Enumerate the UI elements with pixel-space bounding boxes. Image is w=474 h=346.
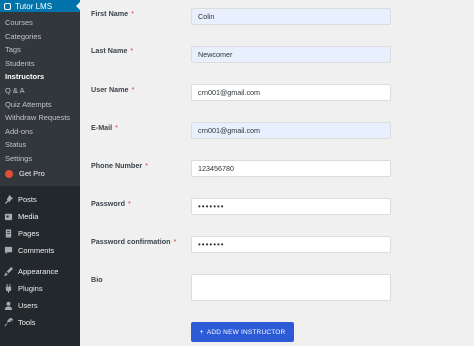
last-name-field[interactable]: Newcomer xyxy=(191,46,391,63)
sidebar-item-media[interactable]: Media xyxy=(0,208,80,225)
sidebar-item-tutor-lms[interactable]: Tutor LMS xyxy=(0,0,80,12)
required-mark: * xyxy=(115,123,118,132)
required-mark: * xyxy=(173,237,177,246)
sidebar-item-label: Comments xyxy=(18,245,55,255)
admin-sidebar: Tutor LMS Courses Categories Tags Studen… xyxy=(0,0,80,346)
submenu-quiz-attempts[interactable]: Quiz Attempts xyxy=(0,98,80,112)
required-mark: * xyxy=(131,9,134,18)
add-new-instructor-label: ADD NEW INSTRUCTOR xyxy=(206,328,286,336)
tools-icon xyxy=(4,317,13,327)
pages-icon xyxy=(4,228,13,238)
required-mark: * xyxy=(131,85,135,94)
email-field[interactable]: crn001@gmail.com xyxy=(191,122,391,139)
get-pro-icon xyxy=(5,169,13,178)
submenu-status[interactable]: Status xyxy=(0,138,80,152)
sidebar-item-label: Users xyxy=(18,300,38,310)
required-mark: * xyxy=(145,161,148,170)
users-icon xyxy=(4,301,13,310)
sidebar-item-users[interactable]: Users xyxy=(0,297,80,314)
submenu-tags[interactable]: Tags xyxy=(0,43,80,57)
bio-textarea[interactable] xyxy=(191,274,391,301)
submenu-categories[interactable]: Categories xyxy=(0,30,80,44)
sidebar-item-pages[interactable]: Pages xyxy=(0,225,80,242)
sidebar-item-plugins[interactable]: Plugins xyxy=(0,280,80,297)
sidebar-item-posts[interactable]: Posts xyxy=(0,191,80,208)
tutor-submenu: Courses Categories Tags Students Instruc… xyxy=(0,12,80,186)
add-new-instructor-button[interactable]: + ADD NEW INSTRUCTOR xyxy=(191,322,294,342)
password-confirmation-field[interactable]: ••••••• xyxy=(191,236,391,253)
phone-number-field[interactable]: 123456780 xyxy=(191,160,391,177)
submenu-withdraw-requests[interactable]: Withdraw Requests xyxy=(0,111,80,125)
appearance-icon xyxy=(4,266,13,276)
required-mark: * xyxy=(127,199,131,208)
sidebar-item-label: Pages xyxy=(18,228,40,238)
comments-icon xyxy=(4,246,13,255)
password-field[interactable]: ••••••• xyxy=(191,198,391,215)
submenu-courses[interactable]: Courses xyxy=(0,16,80,30)
submenu-instructors[interactable]: Instructors xyxy=(0,70,80,84)
sidebar-item-label: Tools xyxy=(18,317,36,327)
sidebar-item-comments[interactable]: Comments xyxy=(0,242,80,259)
get-pro-label: Get Pro xyxy=(19,169,45,179)
last-name-label: Last Name * xyxy=(91,46,134,55)
submenu-students[interactable]: Students xyxy=(0,57,80,71)
media-icon xyxy=(4,212,13,221)
tutor-lms-icon xyxy=(4,2,11,10)
submenu-qa[interactable]: Q & A xyxy=(0,84,80,98)
pin-icon xyxy=(4,194,13,204)
sidebar-item-label: Media xyxy=(18,211,39,221)
password-label: Password * xyxy=(91,199,131,208)
user-name-label: User Name * xyxy=(91,85,135,94)
required-mark: * xyxy=(130,46,134,55)
user-name-field[interactable]: crn001@gmail.com xyxy=(191,84,391,101)
sidebar-item-label: Appearance xyxy=(18,266,59,276)
sidebar-item-tools[interactable]: Tools xyxy=(0,314,80,331)
email-label: E-Mail * xyxy=(91,123,118,132)
sidebar-item-label: Plugins xyxy=(18,283,43,293)
submenu-get-pro[interactable]: Get Pro xyxy=(0,166,80,182)
add-instructor-form: First Name * Colin Last Name * Newcomer Us… xyxy=(80,0,474,346)
first-name-field[interactable]: Colin xyxy=(191,8,391,25)
sidebar-item-appearance[interactable]: Appearance xyxy=(0,263,80,280)
phone-number-label: Phone Number * xyxy=(91,161,148,170)
main-menu: Posts Media Pages Comments Appearance Pl… xyxy=(0,186,80,331)
sidebar-item-label: Tutor LMS xyxy=(15,1,53,11)
sidebar-item-label: Posts xyxy=(18,194,37,204)
password-confirmation-label: Password confirmation * xyxy=(91,237,177,246)
first-name-label: First Name * xyxy=(91,9,134,18)
plugins-icon xyxy=(4,283,13,293)
bio-label: Bio xyxy=(91,275,103,284)
submenu-settings[interactable]: Settings xyxy=(0,152,80,166)
plus-icon: + xyxy=(199,328,204,336)
submenu-add-ons[interactable]: Add-ons xyxy=(0,125,80,139)
